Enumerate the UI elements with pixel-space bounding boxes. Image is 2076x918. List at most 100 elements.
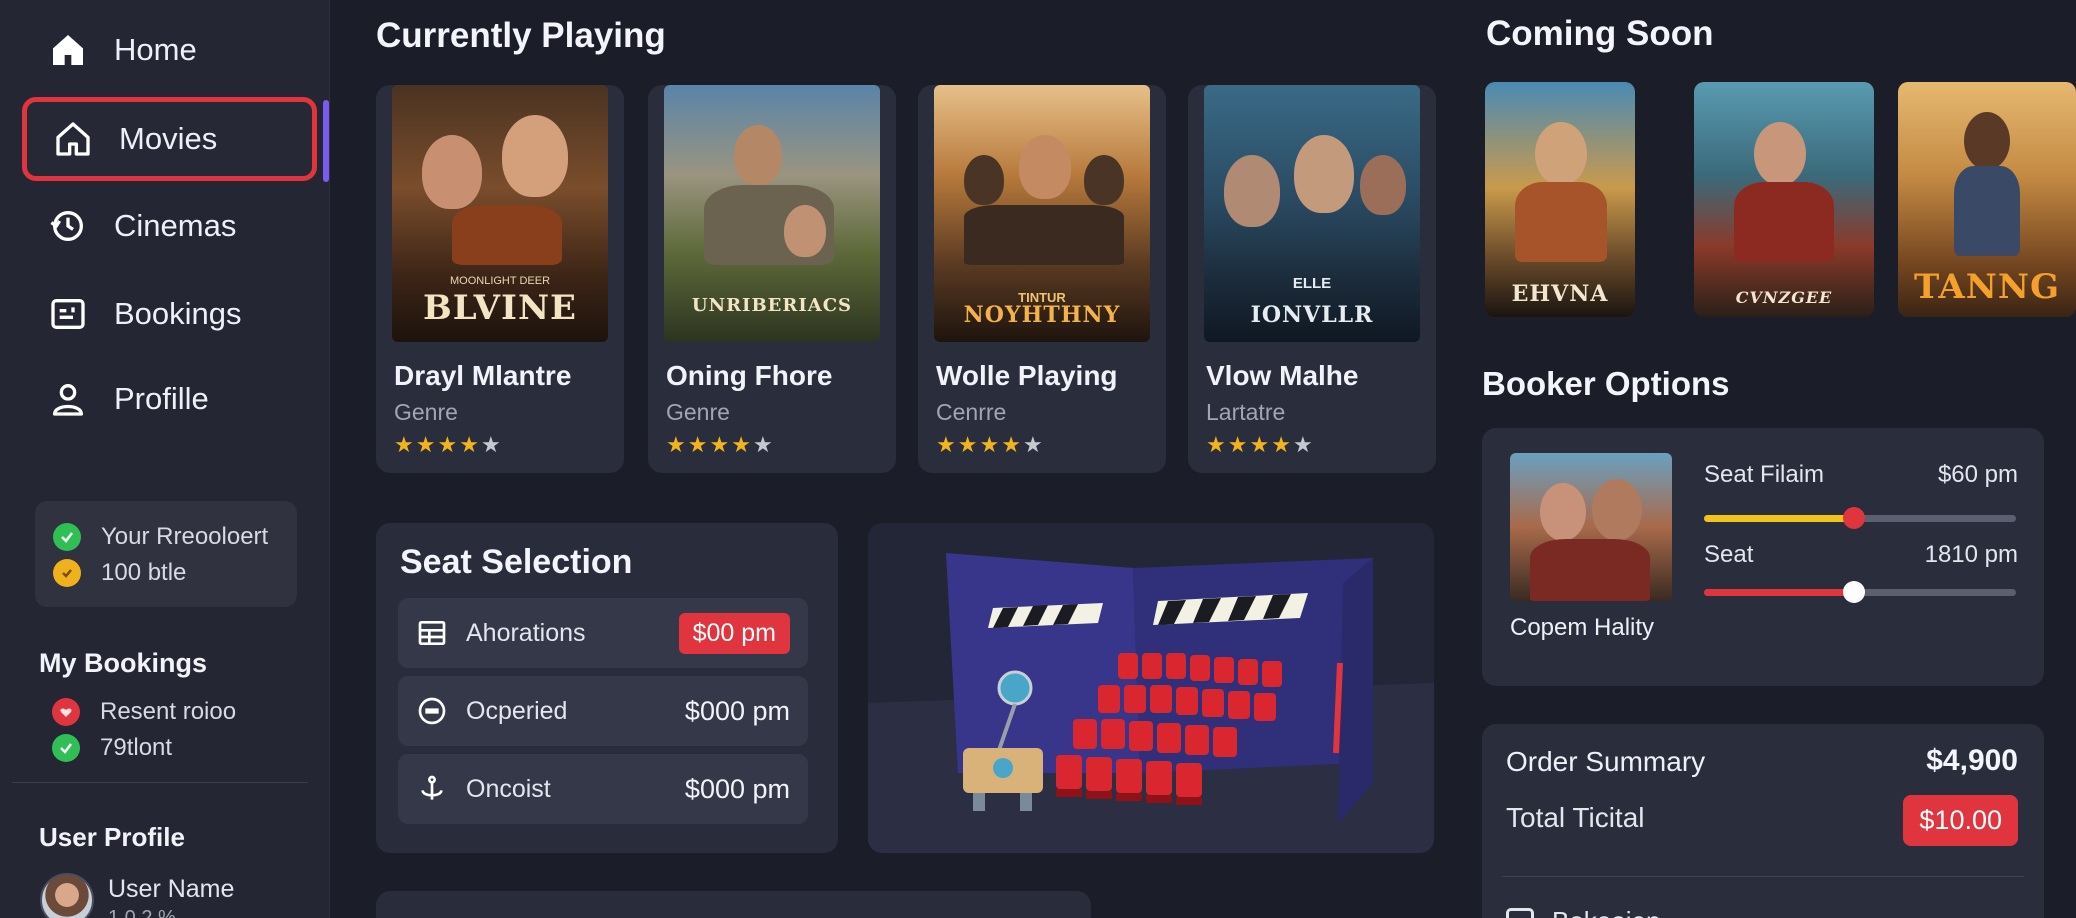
coming-soon-poster[interactable]: EHVNA: [1485, 82, 1635, 317]
poster-title: NOYHTHNY: [963, 302, 1121, 328]
movie-poster[interactable]: ELLE IONVLLR: [1204, 85, 1420, 342]
star-icon: ★: [979, 432, 1002, 457]
seat-option-row[interactable]: Oncoist $000 pm: [398, 754, 808, 824]
coming-soon-title: Coming Soon: [1486, 14, 1714, 53]
star-icon: ★: [709, 432, 732, 457]
active-indicator: [323, 100, 329, 182]
reminder-text: 100 btle: [101, 559, 187, 586]
movie-genre: Lartatre: [1206, 399, 1286, 425]
divider: [1502, 876, 2024, 877]
clock-refresh-icon: [50, 211, 83, 241]
star-icon: ★: [1206, 432, 1228, 457]
poster-title: CVNZGEE: [1735, 288, 1833, 307]
booking-text: Resent roioo: [100, 698, 237, 725]
checkbox[interactable]: [1506, 908, 1534, 918]
star-rating: ★★★★★: [1206, 432, 1315, 458]
slider-value: 1810 pm: [1924, 541, 2018, 568]
movie-poster[interactable]: TINTUR NOYHTHNY: [934, 85, 1150, 342]
star-rating: ★★★★★: [394, 432, 503, 458]
movie-card[interactable]: ELLE IONVLLR Vlow Malhe Lartatre ★★★★★: [1188, 85, 1436, 473]
total-label: Total Ticital: [1506, 802, 1645, 833]
seat-option-label: Oncoist: [466, 774, 551, 803]
poster-title: EHVNA: [1511, 281, 1609, 307]
order-summary-title: Order Summary: [1506, 746, 1706, 777]
star-icon: ★: [936, 432, 958, 457]
star-rating: ★★★★★: [666, 432, 775, 458]
nav-item-cinemas[interactable]: Cinemas: [22, 184, 317, 268]
user-icon: [53, 384, 84, 416]
nav-item-home[interactable]: Home: [22, 8, 317, 92]
star-icon: ★: [459, 432, 481, 457]
heart-icon: [52, 698, 80, 726]
nav-label: Profille: [114, 381, 209, 416]
coming-soon-poster[interactable]: CVNZGEE: [1694, 82, 1874, 317]
ticket-icon: [51, 299, 85, 329]
movie-card[interactable]: MOONLIGHT DEER BLVINE Drayl Mlantre Genr…: [376, 85, 624, 473]
user-name: User Name: [108, 875, 235, 903]
slider-thumb[interactable]: [1842, 581, 1865, 603]
star-icon: ★: [687, 432, 710, 457]
seat-filter-slider[interactable]: [1704, 507, 2016, 529]
seat-selection-title: Seat Selection: [400, 543, 633, 581]
movie-genre: Genre: [394, 399, 458, 425]
reminder-card[interactable]: Your Rreooloert 100 btle: [35, 501, 297, 607]
booking-movie-thumbnail[interactable]: [1510, 453, 1672, 601]
nav-item-bookings[interactable]: Bookings: [22, 272, 317, 356]
slider-label: Seat Filaim: [1704, 461, 1825, 488]
user-profile-heading: User Profile: [39, 822, 185, 852]
next-label: Bokeoien: [1552, 906, 1660, 918]
coming-soon-poster[interactable]: TANNG: [1898, 82, 2076, 317]
poster-tagline: MOONLIGHT DEER: [449, 275, 551, 287]
star-icon: ★: [394, 432, 416, 457]
bookings-list: Resent roioo 79tlont: [52, 694, 236, 766]
star-icon: ★: [1292, 432, 1315, 457]
movie-genre: Genre: [666, 399, 730, 425]
slider-value: $60 pm: [1937, 461, 2018, 488]
avatar[interactable]: [40, 873, 94, 918]
check-icon: [53, 559, 81, 587]
seat-option-row[interactable]: Ahorations $00 pm: [398, 598, 808, 668]
nav-label: Home: [114, 32, 197, 67]
movie-title: Wolle Playing: [936, 360, 1118, 391]
movie-poster[interactable]: UNRIBERIACS: [664, 85, 880, 342]
seat-option-label: Ahorations: [466, 618, 586, 647]
star-icon: ★: [415, 432, 438, 457]
movie-title: Oning Fhore: [666, 360, 833, 391]
movie-card[interactable]: UNRIBERIACS Oning Fhore Genre ★★★★★: [648, 85, 896, 473]
star-icon: ★: [437, 432, 460, 457]
order-amount: $4,900: [1926, 744, 2018, 777]
star-icon: ★: [666, 432, 688, 457]
star-icon: ★: [1249, 432, 1272, 457]
nav-item-movies[interactable]: Movies: [22, 97, 317, 181]
reminder-item: 100 btle: [53, 555, 297, 591]
home-icon: [53, 35, 83, 65]
star-icon: ★: [957, 432, 980, 457]
nav-item-profile[interactable]: Profille: [22, 357, 317, 441]
booking-movie-caption: Copem Hality: [1510, 614, 1655, 641]
total-price-button[interactable]: $10.00: [1903, 795, 2018, 846]
movie-genre: Cenrre: [936, 399, 1007, 425]
divider: [12, 782, 308, 783]
anchor-icon: [421, 775, 443, 800]
sidebar: Home Movies Cinemas Bookings Profille Yo…: [0, 0, 330, 918]
slider-fill: [1704, 515, 1854, 522]
movie-card[interactable]: TINTUR NOYHTHNY Wolle Playing Cenrre ★★★…: [918, 85, 1166, 473]
cinema-seats-illustration: [868, 553, 1434, 853]
seat-option-row[interactable]: Ocperied $000 pm: [398, 676, 808, 746]
star-icon: ★: [1271, 432, 1293, 457]
bottom-panel: [376, 891, 1091, 918]
booking-item[interactable]: Resent roioo: [52, 694, 236, 730]
reminder-item: Your Rreooloert: [53, 519, 297, 555]
check-icon: [52, 734, 80, 762]
nav-label: Cinemas: [114, 208, 237, 243]
star-icon: ★: [480, 432, 503, 457]
poster-title: TANNG: [1913, 267, 2060, 307]
slider-fill: [1704, 589, 1854, 596]
booking-item[interactable]: 79tlont: [52, 730, 236, 766]
seat-option-price: $000 pm: [684, 773, 790, 804]
check-icon: [53, 523, 81, 551]
slider-label: Seat: [1704, 541, 1754, 568]
slider-thumb[interactable]: [1842, 507, 1865, 529]
movie-poster[interactable]: MOONLIGHT DEER BLVINE: [392, 85, 608, 342]
seat-slider[interactable]: [1704, 581, 2016, 603]
